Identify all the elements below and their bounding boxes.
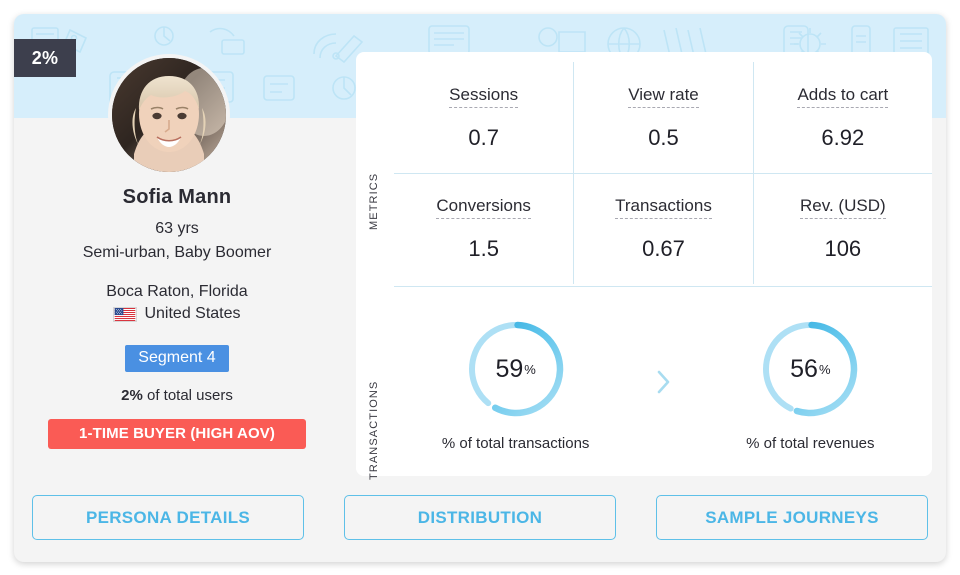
total-users-value: 2% xyxy=(121,387,143,404)
metric-label[interactable]: Sessions xyxy=(449,85,519,108)
profile-info: Sofia Mann 63 yrs Semi-urban, Baby Boome… xyxy=(14,186,340,449)
donut-value: 59 xyxy=(495,354,524,383)
donut-transactions: 59% % of total transactions xyxy=(410,317,622,452)
persona-name: Sofia Mann xyxy=(122,186,232,208)
donut-value: 56 xyxy=(790,354,818,383)
metric-value: 0.67 xyxy=(642,236,685,261)
percent-badge: 2% xyxy=(14,39,76,77)
persona-country-row: United States xyxy=(14,305,340,323)
metric-label[interactable]: Conversions xyxy=(436,196,531,219)
donut-unit: % xyxy=(818,361,831,377)
donut-caption: % of total transactions xyxy=(441,435,590,452)
metric-sessions: Sessions 0.7 xyxy=(394,62,573,173)
persona-details-button[interactable]: PERSONA DETAILS xyxy=(32,495,304,540)
chevron-right-icon xyxy=(653,367,673,403)
metric-adds-to-cart: Adds to cart 6.92 xyxy=(752,62,932,173)
metric-conversions: Conversions 1.5 xyxy=(394,173,574,284)
donut-caption: % of total revenues xyxy=(746,435,875,452)
persona-description: Semi-urban, Baby Boomer xyxy=(82,244,272,261)
donut-wrap: 59% xyxy=(464,317,568,421)
chevron-right-glyph xyxy=(657,370,670,393)
metrics-grid: Sessions 0.7 View rate 0.5 Adds to cart … xyxy=(394,62,932,284)
avatar-photo xyxy=(112,58,226,172)
section-divider xyxy=(394,286,932,287)
distribution-button[interactable]: DISTRIBUTION xyxy=(344,495,616,540)
metric-value: 0.5 xyxy=(648,124,679,150)
avatar xyxy=(108,54,230,176)
metric-value: 106 xyxy=(824,236,862,261)
buyer-type-tag: 1-TIME BUYER (HIGH AOV) xyxy=(48,419,306,449)
metric-value: 0.7 xyxy=(468,124,499,150)
donut-value-label: 56% xyxy=(758,317,862,421)
metrics-panel: METRICS TRANSACTIONS Sessions 0.7 View r… xyxy=(356,52,932,480)
donut-wrap: 56% xyxy=(758,317,862,421)
metric-label[interactable]: Transactions xyxy=(615,196,712,219)
segment-badge: Segment 4 xyxy=(125,345,229,372)
metric-transactions: Transactions 0.67 xyxy=(573,173,753,284)
donut-value-label: 59% xyxy=(464,317,568,421)
us-flag-icon xyxy=(113,306,138,322)
persona-card: 2% Sofia Mann 63 yrs Semi-urban, Baby Bo… xyxy=(14,14,946,562)
metric-label[interactable]: Rev. (USD) xyxy=(800,196,886,219)
donut-revenues: 56% % of total revenues xyxy=(704,317,916,452)
metric-label[interactable]: View rate xyxy=(628,85,699,108)
total-users-line: 2% of total users xyxy=(14,387,340,404)
transactions-donuts: 59% % of total transactions 56 % % of to… xyxy=(394,302,932,467)
metric-value: 1.5 xyxy=(468,236,499,261)
persona-age: 63 yrs xyxy=(155,220,199,237)
metric-value: 6.92 xyxy=(821,124,865,150)
metric-view-rate: View rate 0.5 xyxy=(573,62,752,173)
metric-label[interactable]: Adds to cart xyxy=(797,85,889,108)
total-users-suffix: of total users xyxy=(142,387,233,404)
metric-revenue: Rev. (USD) 106 xyxy=(752,173,932,284)
persona-city: Boca Raton, Florida xyxy=(106,283,248,300)
sample-journeys-button[interactable]: SAMPLE JOURNEYS xyxy=(656,495,928,540)
metrics-section-label: METRICS xyxy=(368,172,380,230)
donut-unit: % xyxy=(524,361,536,377)
action-buttons: PERSONA DETAILS DISTRIBUTION SAMPLE JOUR… xyxy=(32,495,928,540)
transactions-section-label: TRANSACTIONS xyxy=(368,380,380,480)
persona-country: United States xyxy=(144,305,241,322)
